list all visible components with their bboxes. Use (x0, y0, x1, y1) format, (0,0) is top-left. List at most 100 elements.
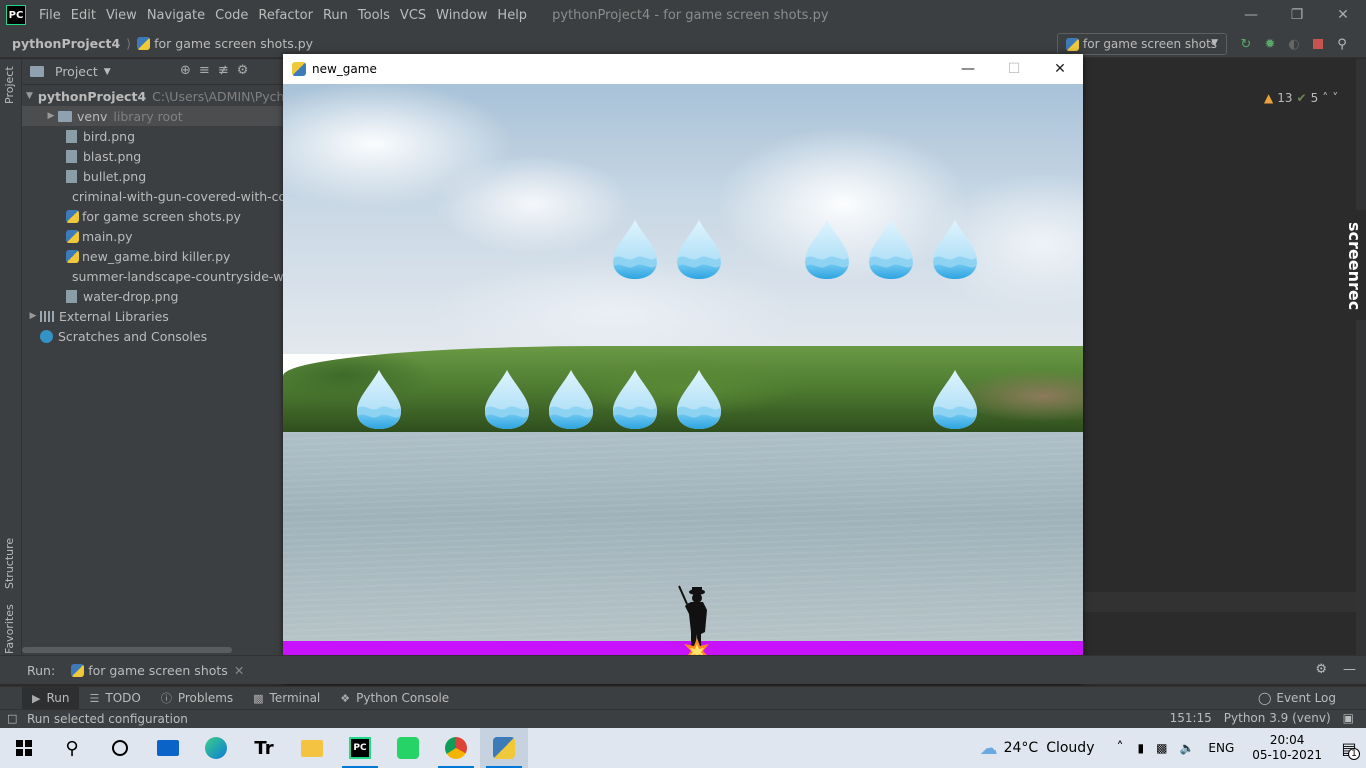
project-tree: ▼ pythonProject4 C:\Users\ADMIN\Pycha ▶ … (22, 85, 304, 346)
locate-icon[interactable]: ⊕ (180, 63, 191, 78)
menu-file[interactable]: File (34, 8, 66, 23)
tab-event-log[interactable]: ◯ Event Log (1258, 691, 1336, 705)
tree-item-file[interactable]: main.py (22, 226, 284, 246)
lock-icon[interactable]: ▣ (1343, 711, 1354, 725)
tree-item-file[interactable]: bullet.png (22, 166, 284, 186)
minimize-icon[interactable]: — (1228, 0, 1274, 30)
check-icon: ✔ (1296, 91, 1307, 105)
close-icon[interactable]: ✕ (1037, 54, 1083, 84)
breadcrumb-project[interactable]: pythonProject4 (12, 36, 120, 51)
game-canvas[interactable] (283, 84, 1083, 684)
water-drop-icon (485, 370, 529, 429)
status-toggle-icon[interactable]: □ (7, 712, 17, 725)
stop-icon[interactable] (1306, 33, 1330, 55)
expand-all-icon[interactable]: ≡ (199, 63, 210, 78)
ide-title-bar: PC File Edit View Navigate Code Refactor… (0, 0, 1366, 30)
chevron-up-icon[interactable]: ˄ (1116, 740, 1123, 756)
tab-terminal[interactable]: ▩ Terminal (243, 687, 330, 710)
tree-item-file[interactable]: bird.png (22, 126, 284, 146)
collapse-all-icon[interactable]: ≢ (218, 63, 229, 78)
run-configuration-select[interactable]: for game screen shots ▼ (1057, 33, 1227, 55)
system-tray: ☁ 24°C Cloudy ˄ ▮ ▩ 🔈 ENG 20:04 05-10-20… (980, 728, 1366, 768)
side-tab-structure[interactable]: Structure (3, 538, 16, 589)
editor-current-line (1083, 592, 1356, 612)
interpreter-selector[interactable]: Python 3.9 (venv) (1224, 711, 1331, 725)
search-icon[interactable]: ⚲ (1330, 33, 1354, 55)
pycharm-taskbar-icon[interactable]: PC (336, 728, 384, 768)
minimize-icon[interactable]: — (945, 54, 991, 84)
gear-icon[interactable]: ⚙ (237, 63, 249, 78)
battery-icon[interactable]: ▮ (1137, 741, 1144, 755)
rerun-icon[interactable]: ↻ (1234, 33, 1258, 55)
breadcrumb-file[interactable]: for game screen shots.py (154, 36, 313, 51)
tree-item-label: main.py (82, 228, 133, 244)
chevron-right-icon[interactable]: ▶ (44, 111, 58, 121)
coverage-icon[interactable]: ◐ (1282, 33, 1306, 55)
file-explorer-icon[interactable] (288, 728, 336, 768)
tree-root[interactable]: ▼ pythonProject4 C:\Users\ADMIN\Pycha (22, 86, 292, 106)
pycharm-logo-icon[interactable]: PC (6, 5, 26, 25)
menu-code[interactable]: Code (210, 8, 253, 23)
chrome-icon[interactable] (432, 728, 480, 768)
menu-run[interactable]: Run (318, 8, 353, 23)
tree-item-file[interactable]: water-drop.png (22, 286, 284, 306)
task-view-icon[interactable] (96, 728, 144, 768)
chevron-up-icon[interactable]: ˄ (1322, 91, 1328, 105)
menu-window[interactable]: Window (431, 8, 492, 23)
caret-position[interactable]: 151:15 (1170, 711, 1212, 725)
side-tab-favorites[interactable]: Favorites (3, 604, 16, 654)
tab-run[interactable]: ▶ Run (22, 686, 80, 710)
horizontal-scrollbar[interactable] (22, 647, 232, 653)
menu-refactor[interactable]: Refactor (253, 8, 318, 23)
chevron-down-icon[interactable]: ˅ (1332, 91, 1338, 105)
image-file-icon (66, 289, 77, 303)
tree-item-file[interactable]: for game screen shots.py (22, 206, 284, 226)
menu-vcs[interactable]: VCS (395, 8, 431, 23)
gear-icon[interactable]: ⚙ (1315, 662, 1327, 677)
weather-widget[interactable]: ☁ 24°C Cloudy (980, 738, 1095, 759)
tab-todo[interactable]: ☰ TODO (79, 687, 150, 710)
language-indicator[interactable]: ENG (1208, 741, 1234, 755)
water-drop-icon (677, 370, 721, 429)
notification-center[interactable]: ▤ 1 (1332, 728, 1366, 768)
close-icon[interactable]: ✕ (1320, 0, 1366, 30)
tree-item-file[interactable]: blast.png (22, 146, 284, 166)
side-tab-project[interactable]: Project (3, 66, 16, 104)
menu-navigate[interactable]: Navigate (142, 8, 210, 23)
run-tab[interactable]: for game screen shots ✕ (71, 663, 244, 678)
tree-item-file[interactable]: summer-landscape-countryside-with- (22, 266, 304, 286)
debug-icon[interactable]: ✹ (1258, 33, 1282, 55)
project-panel-title[interactable]: Project (55, 64, 98, 79)
menu-edit[interactable]: Edit (66, 8, 101, 23)
restore-icon[interactable]: ❐ (1274, 0, 1320, 30)
tab-python-console[interactable]: ❖ Python Console (330, 687, 459, 710)
chevron-down-icon[interactable]: ▼ (104, 67, 111, 77)
tree-item-file[interactable]: new_game.bird killer.py (22, 246, 284, 266)
network-icon[interactable]: ▩ (1156, 741, 1167, 755)
menu-help[interactable]: Help (492, 8, 532, 23)
typora-icon[interactable]: Tr (240, 728, 288, 768)
chevron-right-icon[interactable]: ▶ (26, 311, 40, 321)
tab-problems[interactable]: ⓘ Problems (151, 687, 243, 710)
maximize-icon[interactable]: ☐ (991, 54, 1037, 84)
whatsapp-icon[interactable] (384, 728, 432, 768)
windows-start-icon[interactable] (0, 728, 48, 768)
menu-tools[interactable]: Tools (353, 8, 395, 23)
close-icon[interactable]: ✕ (234, 663, 244, 678)
inspection-widget[interactable]: ▲ 13 ✔ 5 ˄ ˅ (1264, 91, 1338, 105)
hide-icon[interactable]: — (1343, 662, 1356, 677)
tab-label: Terminal (269, 691, 321, 705)
tree-item-scratches[interactable]: Scratches and Consoles (22, 326, 284, 346)
mail-icon[interactable] (144, 728, 192, 768)
menu-view[interactable]: View (101, 8, 142, 23)
volume-icon[interactable]: 🔈 (1179, 741, 1194, 755)
ide-window-controls: — ❐ ✕ (1228, 0, 1366, 30)
tree-item-file[interactable]: criminal-with-gun-covered-with-coat (22, 186, 299, 206)
chevron-down-icon[interactable]: ▼ (26, 91, 33, 101)
tree-item-external-libraries[interactable]: ▶ External Libraries (22, 306, 284, 326)
tree-item-venv[interactable]: ▶ venv library root (22, 106, 284, 126)
python-taskbar-icon[interactable] (480, 728, 528, 768)
clock[interactable]: 20:04 05-10-2021 (1252, 733, 1322, 763)
edge-icon[interactable] (192, 728, 240, 768)
search-icon[interactable]: ⚲ (48, 728, 96, 768)
